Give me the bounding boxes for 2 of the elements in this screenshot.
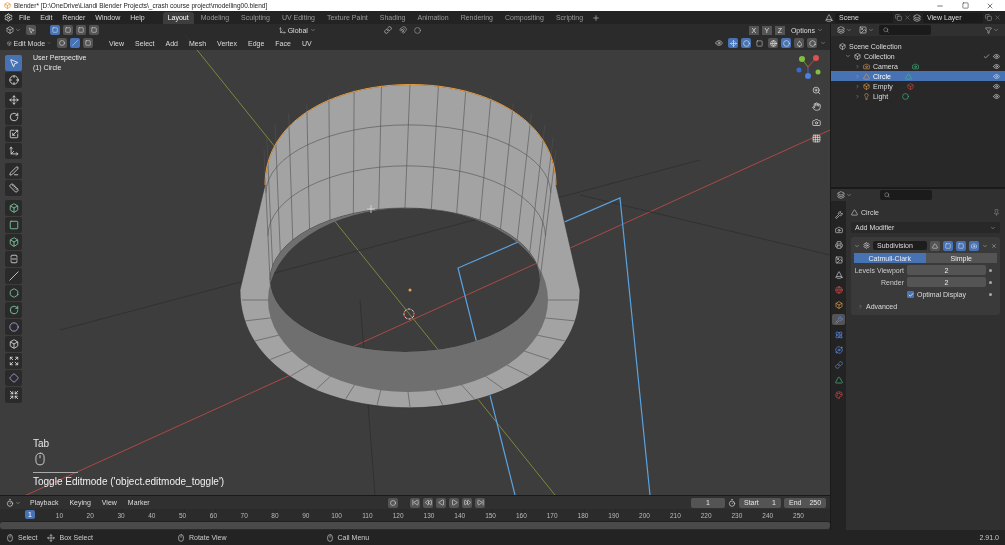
operator-description: Toggle Editmode ('object.editmode_toggle') (33, 476, 225, 487)
key-label: Tab (33, 438, 50, 449)
